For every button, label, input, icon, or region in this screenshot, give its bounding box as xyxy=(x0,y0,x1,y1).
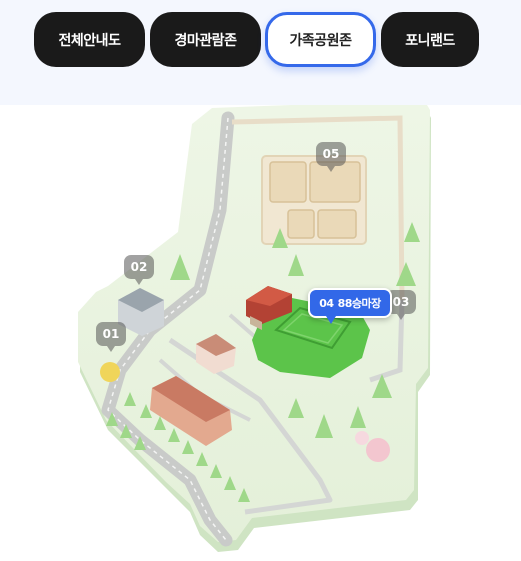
map-marker-05[interactable]: 05 xyxy=(316,142,346,172)
marker-number: 04 xyxy=(319,296,334,310)
family-park-map xyxy=(78,105,431,552)
area-01-landmark[interactable] xyxy=(100,362,120,382)
map-marker-04-selected[interactable]: 04 88승마장 xyxy=(308,288,392,324)
tab-family-park-zone[interactable]: 가족공원존 xyxy=(265,12,376,67)
tab-racing-zone[interactable]: 경마관람존 xyxy=(150,12,261,67)
marker-name: 88승마장 xyxy=(337,297,382,310)
map-marker-01[interactable]: 01 xyxy=(96,322,126,352)
tab-overall-map[interactable]: 전체안내도 xyxy=(34,12,145,67)
map-marker-02[interactable]: 02 xyxy=(124,255,154,285)
tab-pony-land[interactable]: 포니랜드 xyxy=(381,12,479,67)
